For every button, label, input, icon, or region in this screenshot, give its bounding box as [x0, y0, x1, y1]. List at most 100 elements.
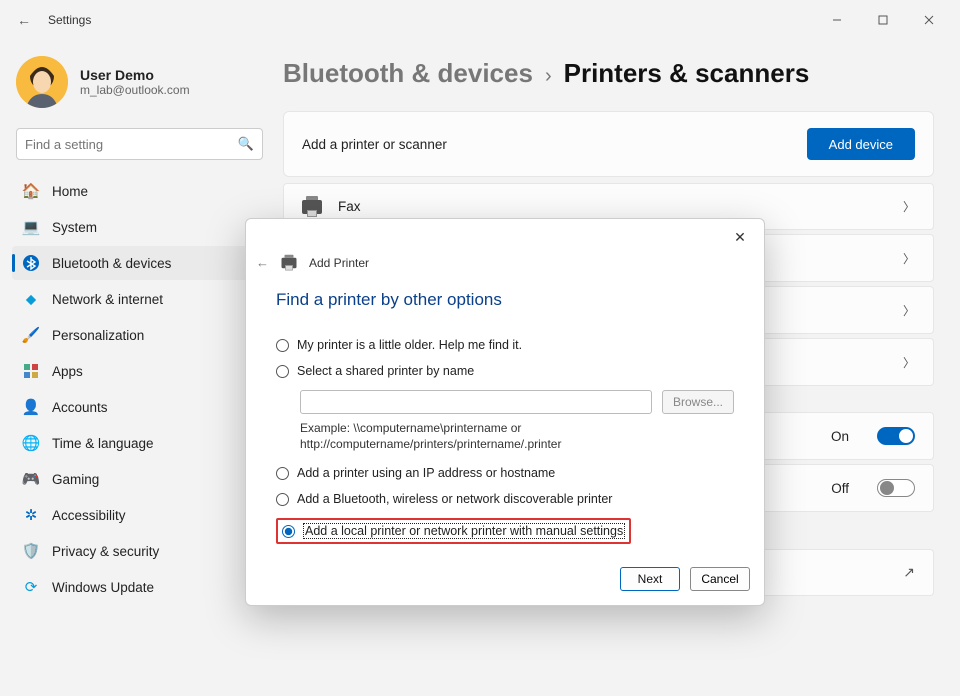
nav-label: Accounts	[52, 400, 108, 415]
add-printer-dialog: ✕ ← Add Printer Find a printer by other …	[245, 218, 765, 606]
chevron-right-icon: 〉	[903, 302, 915, 319]
cancel-button[interactable]: Cancel	[690, 567, 750, 591]
accessibility-icon: ✲	[22, 506, 40, 524]
update-icon: ⟳	[22, 578, 40, 596]
person-icon: 👤	[22, 398, 40, 416]
nav-list: 🏠 Home 💻 System Bluetooth & devices ⬥ Netwo…	[12, 174, 267, 604]
nav-label: System	[52, 220, 97, 235]
radio-label: Select a shared printer by name	[297, 364, 474, 378]
user-email: m_lab@outlook.com	[80, 83, 190, 97]
dialog-back-button[interactable]: ←	[256, 255, 269, 270]
toggle-switch[interactable]	[877, 427, 915, 445]
nav-label: Privacy & security	[52, 544, 159, 559]
printer-icon	[302, 200, 322, 214]
bluetooth-icon	[22, 254, 40, 272]
toggle-state: Off	[831, 481, 849, 496]
search-input[interactable]	[25, 137, 238, 152]
titlebar: ← Settings	[0, 0, 960, 40]
nav-accounts[interactable]: 👤 Accounts	[12, 390, 267, 424]
radio-icon	[276, 493, 289, 506]
printer-name: Fax	[338, 199, 361, 214]
nav-label: Gaming	[52, 472, 99, 487]
breadcrumb-sep: ›	[545, 65, 552, 88]
nav-system[interactable]: 💻 System	[12, 210, 267, 244]
nav-label: Personalization	[52, 328, 144, 343]
external-link-icon: ↗	[903, 564, 915, 581]
radio-label: Add a Bluetooth, wireless or network dis…	[297, 492, 612, 506]
dialog-title: Find a printer by other options	[276, 290, 734, 310]
nav-accessibility[interactable]: ✲ Accessibility	[12, 498, 267, 532]
search-input-wrapper[interactable]: 🔍	[16, 128, 263, 160]
maximize-button[interactable]	[860, 4, 906, 36]
add-device-button[interactable]: Add device	[807, 128, 915, 160]
back-button[interactable]: ←	[8, 12, 40, 28]
nav-label: Windows Update	[52, 580, 154, 595]
dialog-heading: Add Printer	[309, 256, 369, 270]
radio-icon-selected	[282, 525, 295, 538]
chevron-right-icon: 〉	[903, 198, 915, 215]
radio-local-printer[interactable]: Add a local printer or network printer w…	[282, 523, 625, 539]
dialog-body: Find a printer by other options My print…	[246, 276, 764, 557]
add-device-card: Add a printer or scanner Add device	[283, 111, 934, 177]
globe-icon: 🌐	[22, 434, 40, 452]
radio-label: Add a local printer or network printer w…	[303, 523, 625, 539]
browse-button: Browse...	[662, 390, 734, 414]
nav-label: Network & internet	[52, 292, 163, 307]
chevron-right-icon: 〉	[903, 354, 915, 371]
nav-label: Bluetooth & devices	[52, 256, 171, 271]
radio-older-printer[interactable]: My printer is a little older. Help me fi…	[276, 338, 734, 352]
next-button[interactable]: Next	[620, 567, 680, 591]
dialog-header: ← Add Printer	[246, 255, 764, 276]
wifi-icon: ⬥	[22, 290, 40, 308]
close-button[interactable]	[906, 4, 952, 36]
radio-icon	[276, 339, 289, 352]
radio-tcpip-printer[interactable]: Add a printer using an IP address or hos…	[276, 466, 734, 480]
apps-icon	[22, 362, 40, 380]
nav-personalization[interactable]: 🖌️ Personalization	[12, 318, 267, 352]
dialog-titlebar: ✕	[246, 219, 764, 255]
window-controls	[814, 4, 952, 36]
radio-label: My printer is a little older. Help me fi…	[297, 338, 522, 352]
example-text: Example: \\computername\printername or h…	[300, 420, 734, 452]
home-icon: 🏠	[22, 182, 40, 200]
minimize-button[interactable]	[814, 4, 860, 36]
gamepad-icon: 🎮	[22, 470, 40, 488]
nav-label: Time & language	[52, 436, 154, 451]
dialog-footer: Next Cancel	[246, 557, 764, 605]
shield-icon: 🛡️	[22, 542, 40, 560]
shared-printer-input-row: Browse...	[300, 390, 734, 414]
dialog-close-button[interactable]: ✕	[722, 223, 758, 251]
window-title: Settings	[48, 13, 91, 27]
user-name: User Demo	[80, 67, 190, 83]
shared-printer-input[interactable]	[300, 390, 652, 414]
nav-privacy[interactable]: 🛡️ Privacy & security	[12, 534, 267, 568]
sidebar: User Demo m_lab@outlook.com 🔍 🏠 Home 💻 Sys…	[0, 40, 275, 696]
nav-update[interactable]: ⟳ Windows Update	[12, 570, 267, 604]
nav-label: Apps	[52, 364, 83, 379]
avatar	[16, 56, 68, 108]
radio-shared-printer[interactable]: Select a shared printer by name	[276, 364, 734, 378]
nav-apps[interactable]: Apps	[12, 354, 267, 388]
nav-network[interactable]: ⬥ Network & internet	[12, 282, 267, 316]
printer-icon	[282, 257, 297, 268]
brush-icon: 🖌️	[22, 326, 40, 344]
system-icon: 💻	[22, 218, 40, 236]
toggle-switch[interactable]	[877, 479, 915, 497]
radio-bluetooth-printer[interactable]: Add a Bluetooth, wireless or network dis…	[276, 492, 734, 506]
search-icon: 🔍	[238, 136, 254, 152]
radio-icon	[276, 365, 289, 378]
chevron-right-icon: 〉	[903, 250, 915, 267]
breadcrumb: Bluetooth & devices › Printers & scanner…	[283, 58, 934, 89]
radio-icon	[276, 467, 289, 480]
nav-gaming[interactable]: 🎮 Gaming	[12, 462, 267, 496]
nav-bluetooth[interactable]: Bluetooth & devices	[12, 246, 267, 280]
highlighted-option: Add a local printer or network printer w…	[276, 518, 631, 544]
nav-label: Home	[52, 184, 88, 199]
nav-label: Accessibility	[52, 508, 126, 523]
breadcrumb-parent[interactable]: Bluetooth & devices	[283, 58, 533, 89]
nav-time[interactable]: 🌐 Time & language	[12, 426, 267, 460]
nav-home[interactable]: 🏠 Home	[12, 174, 267, 208]
user-profile[interactable]: User Demo m_lab@outlook.com	[12, 48, 267, 124]
page-title: Printers & scanners	[564, 58, 810, 89]
add-device-label: Add a printer or scanner	[302, 137, 447, 152]
